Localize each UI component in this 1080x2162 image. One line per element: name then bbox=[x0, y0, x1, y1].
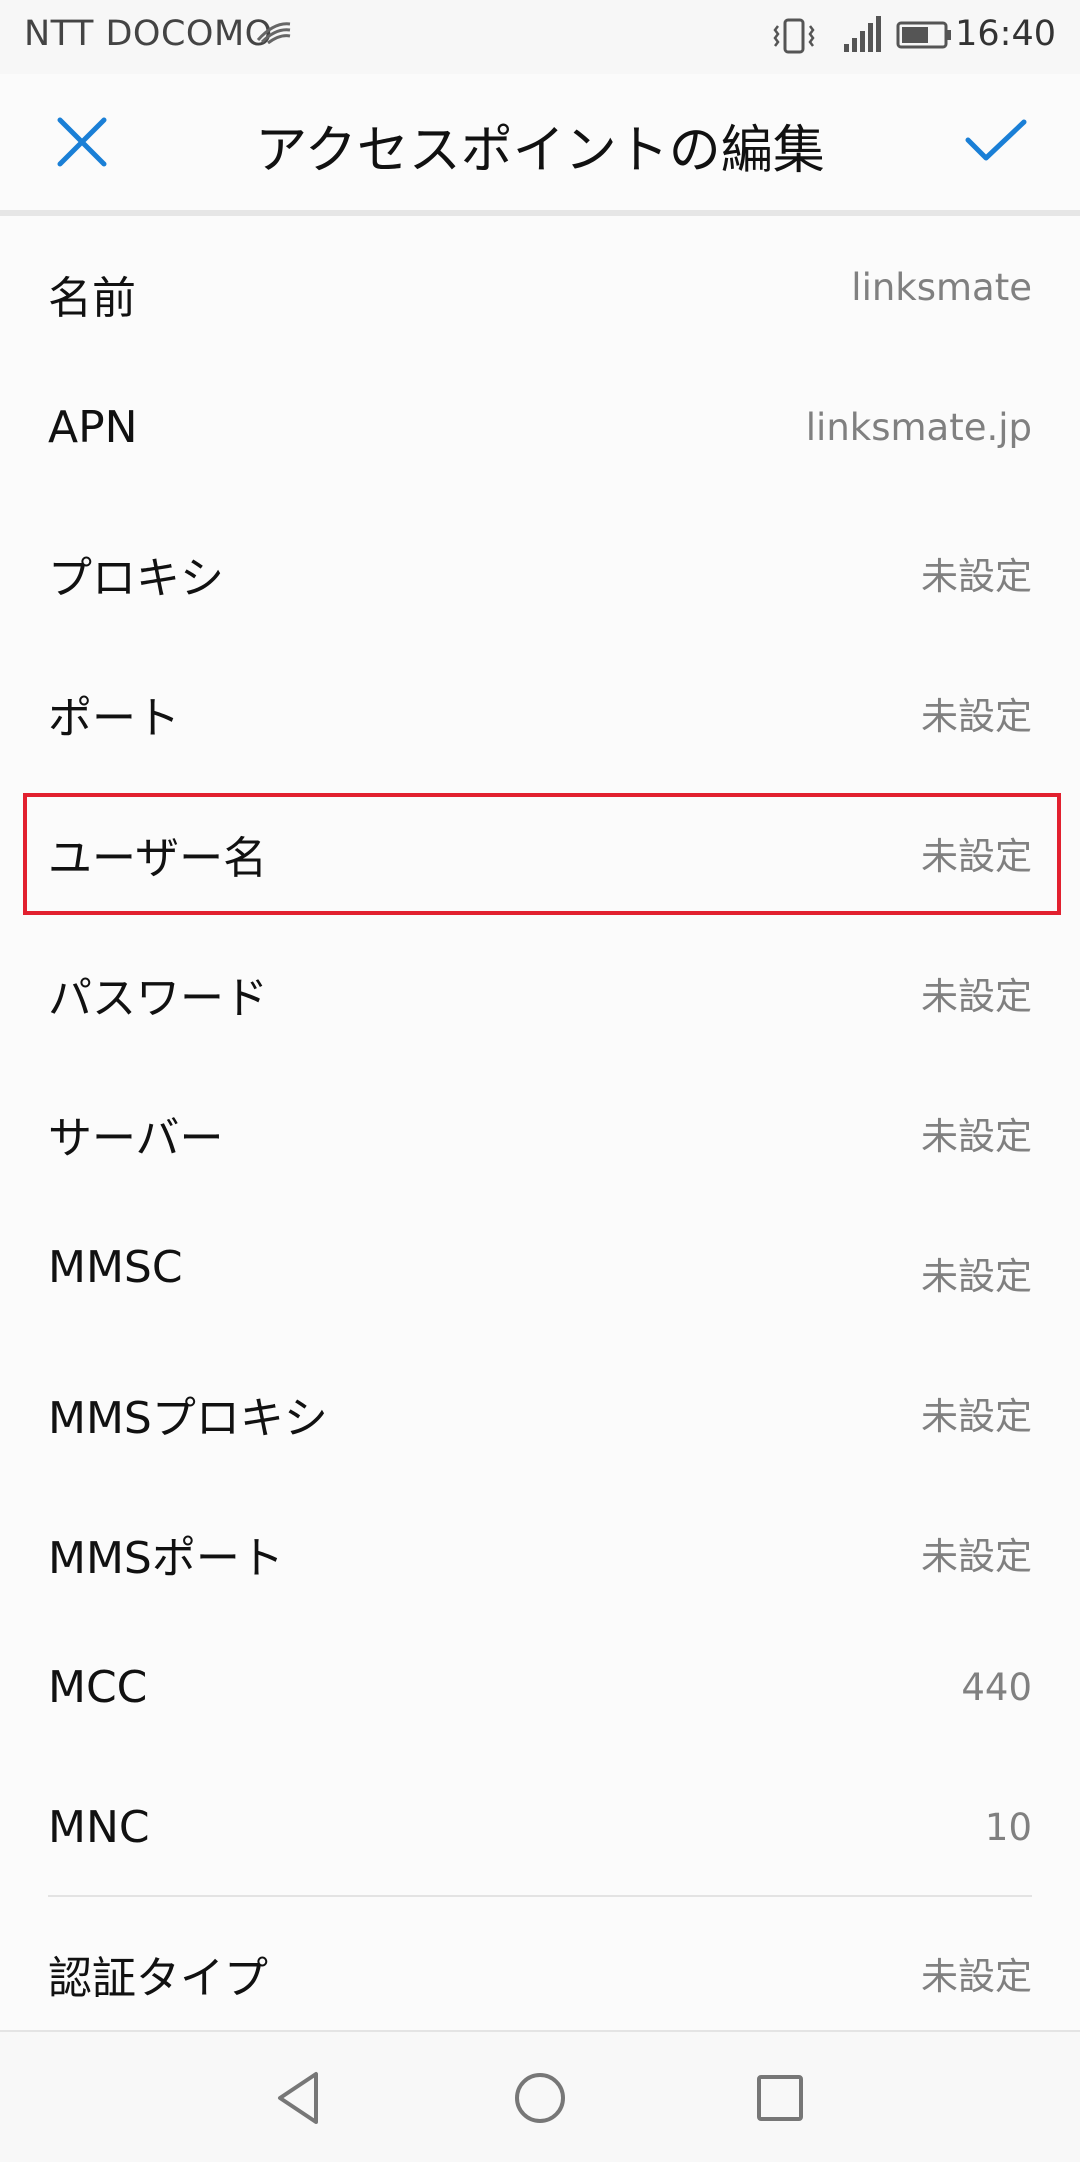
signal-icon bbox=[842, 14, 882, 58]
field-label: パスワード bbox=[48, 973, 268, 1024]
field-row-mms-proxy[interactable]: MMSプロキシ 未設定 bbox=[0, 1336, 1080, 1476]
field-value: 未設定 bbox=[921, 1255, 1032, 1298]
close-icon bbox=[57, 117, 107, 167]
field-label: プロキシ bbox=[48, 553, 224, 604]
recents-button[interactable] bbox=[750, 2068, 810, 2128]
field-label: ポート bbox=[48, 693, 180, 744]
home-icon bbox=[515, 2073, 565, 2123]
field-value: 未設定 bbox=[921, 1955, 1032, 1998]
field-row-mmsc[interactable]: MMSC 未設定 bbox=[0, 1196, 1080, 1336]
back-button[interactable] bbox=[270, 2068, 330, 2128]
field-label: 認証タイプ bbox=[48, 1953, 268, 2004]
confirm-button[interactable] bbox=[962, 112, 1030, 172]
field-value: 未設定 bbox=[921, 835, 1032, 878]
field-value: 10 bbox=[984, 1806, 1032, 1849]
field-row-proxy[interactable]: プロキシ 未設定 bbox=[0, 496, 1080, 636]
field-row-name[interactable]: 名前 linksmate bbox=[0, 216, 1080, 356]
field-row-auth-type[interactable]: 認証タイプ 未設定 bbox=[0, 1896, 1080, 2036]
app-bar: アクセスポイントの編集 bbox=[0, 74, 1080, 210]
field-row-mnc[interactable]: MNC 10 bbox=[0, 1756, 1080, 1897]
close-button[interactable] bbox=[52, 112, 112, 172]
field-row-apn[interactable]: APN linksmate.jp bbox=[0, 356, 1080, 496]
field-value: linksmate.jp bbox=[805, 406, 1032, 449]
page-title: アクセスポイントの編集 bbox=[255, 121, 825, 181]
field-label: MNC bbox=[48, 1802, 150, 1853]
field-row-mcc[interactable]: MCC 440 bbox=[0, 1616, 1080, 1756]
field-value: 未設定 bbox=[921, 1115, 1032, 1158]
field-label: ユーザー名 bbox=[48, 833, 268, 884]
field-value: 未設定 bbox=[921, 1535, 1032, 1578]
back-icon bbox=[278, 2072, 318, 2124]
status-bar: NTT DOCOMO 16:40 bbox=[0, 0, 1080, 74]
field-row-port[interactable]: ポート 未設定 bbox=[0, 636, 1080, 776]
field-label: APN bbox=[48, 402, 138, 453]
carrier-wave-icon bbox=[256, 20, 292, 48]
battery-icon bbox=[896, 20, 954, 54]
field-value: 未設定 bbox=[921, 975, 1032, 1018]
check-icon bbox=[965, 119, 1027, 161]
apn-settings-list: 名前 linksmate APN linksmate.jp プロキシ 未設定 ポ… bbox=[0, 216, 1080, 2036]
vibrate-icon bbox=[772, 16, 816, 60]
field-row-password[interactable]: パスワード 未設定 bbox=[0, 916, 1080, 1056]
field-value: linksmate bbox=[851, 266, 1032, 309]
recents-icon bbox=[757, 2075, 803, 2121]
field-label: MMSプロキシ bbox=[48, 1393, 328, 1444]
field-value: 未設定 bbox=[921, 1395, 1032, 1438]
field-value: 未設定 bbox=[921, 695, 1032, 738]
status-time: 16:40 bbox=[955, 14, 1056, 54]
navigation-bar bbox=[0, 2030, 1080, 2162]
carrier-name: NTT DOCOMO bbox=[24, 14, 273, 54]
field-row-username[interactable]: ユーザー名 未設定 bbox=[0, 776, 1080, 916]
field-label: 名前 bbox=[48, 273, 136, 324]
field-label: サーバー bbox=[48, 1113, 224, 1164]
field-value: 440 bbox=[961, 1666, 1032, 1709]
field-value: 未設定 bbox=[921, 555, 1032, 598]
field-label: MMSポート bbox=[48, 1533, 284, 1584]
field-row-mms-port[interactable]: MMSポート 未設定 bbox=[0, 1476, 1080, 1616]
field-row-server[interactable]: サーバー 未設定 bbox=[0, 1056, 1080, 1196]
field-label: MCC bbox=[48, 1662, 148, 1713]
field-label: MMSC bbox=[48, 1242, 183, 1293]
home-button[interactable] bbox=[510, 2068, 570, 2128]
